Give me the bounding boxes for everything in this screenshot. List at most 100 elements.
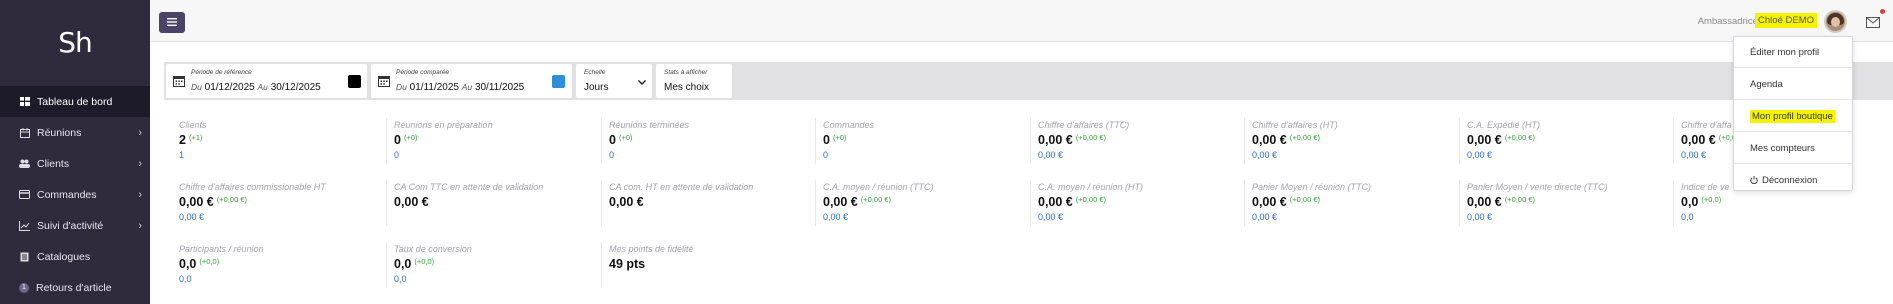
stat-ca-com-ht-attente: CA com. HT en attente de validation 0,00… [609,182,819,240]
username-link[interactable]: Chloé DEMO [1755,13,1817,28]
stat-label: Réunions terminées [609,120,690,130]
compare-start-date[interactable]: 01/11/2025 [410,82,459,93]
stat-label: Chiffre d'affaires commissionable HT [179,182,326,192]
stat-value: 0,0 (+0,0) [394,257,435,271]
divider [386,118,387,164]
to-label: Au [461,82,473,92]
compare-color-swatch[interactable] [552,75,565,88]
menu-item-counters[interactable]: Mes compteurs [1734,135,1852,161]
brand-logo[interactable]: Sh [0,0,150,85]
sidebar-item-label: Tableau de bord [37,95,113,108]
stat-ca-expedie-ht: C.A. Expédié (HT) 0,00 € (+0,00 €) 0,00 € [1467,120,1677,178]
stat-delta: (+0,00 €) [1504,133,1535,142]
compare-period-filter[interactable]: Période comparée Du 01/11/2025 Au 30/11/… [371,64,572,98]
profile-dropdown-menu: Éditer mon profil Agenda Mon profil bout… [1733,36,1853,191]
sidebar-item-clients[interactable]: Clients › [0,148,150,179]
avatar[interactable] [1824,10,1847,33]
divider [601,180,602,226]
stat-ca-ttc: Chiffre d'affaires (TTC) 0,00 € (+0,00 €)… [1038,120,1248,178]
sidebar-item-suivi-activite[interactable]: Suivi d'activité › [0,210,150,241]
stat-value: 0 (+0) [609,133,633,147]
stat-compare-value: 0,0 [394,274,407,284]
sidebar-item-tableau-de-bord[interactable]: Tableau de bord [0,86,150,117]
menu-item-label: Agenda [1750,78,1783,90]
chevron-right-icon: › [138,158,142,170]
divider [1673,118,1674,164]
stat-compare-value: 0,0 [1681,212,1694,222]
catalog-icon [19,251,30,262]
from-label: Du [396,82,407,92]
sidebar: Sh Tableau de bord Réunions › Clients › … [0,0,150,304]
stat-compare-value: 0,00 € [823,212,849,222]
calendar-icon [19,127,30,138]
menu-item-agenda[interactable]: Agenda [1734,71,1852,97]
sidebar-item-catalogues[interactable]: Catalogues [0,241,150,272]
stat-value: 0,00 € [394,195,429,209]
compare-end-date[interactable]: 30/11/2025 [475,82,524,93]
reference-color-swatch[interactable] [348,75,361,88]
stat-delta: (+1) [188,133,203,142]
stat-value: 0,00 € [609,195,644,209]
stat-delta: (+0) [403,133,418,142]
stats-select[interactable]: Stats à afficher Mes choix [656,64,732,98]
stat-value: 2 (+1) [179,133,203,147]
stat-label: CA com. HT en attente de validation [609,182,754,192]
menu-item-label: Mon profil boutique [1750,109,1835,123]
stat-value: 0,00 €(+0,00 €) [1038,195,1106,209]
power-icon [1750,176,1758,184]
stat-value: 49 pts [609,257,646,271]
divider [386,180,387,226]
stat-compare-value: 0,00 € [1038,212,1064,222]
reference-period-filter[interactable]: Période de référence Du 01/12/2025 Au 30… [166,64,367,98]
stat-value: 0,00 €(+0,00 €) [1038,133,1106,147]
chevron-down-icon [638,78,646,87]
reference-end-date[interactable]: 30/12/2025 [271,82,321,93]
stat-compare-value: 0,00 € [1467,212,1493,222]
divider [1030,118,1031,164]
stat-label: C.A. moyen / réunion (TTC) [823,182,934,192]
logo-text: Sh [58,26,93,59]
menu-toggle-button[interactable] [159,12,185,33]
stat-label: Panier Moyen / réunion (TTC) [1252,182,1372,192]
chevron-right-icon: › [138,189,142,201]
divider [1030,180,1031,226]
stat-delta: (+0,00 €) [216,195,247,204]
to-label: Au [257,82,268,92]
stat-delta: (+0,0) [199,257,220,266]
menu-item-label: Déconnexion [1762,174,1818,186]
menu-item-edit-profile[interactable]: Éditer mon profil [1734,39,1852,65]
stat-delta: (+0,00 €) [1289,195,1320,204]
stat-ca-ht: Chiffre d'affaires (HT) 0,00 € (+0,00 €) … [1252,120,1462,178]
stat-label: Chiffre d'affaires (HT) [1252,120,1338,130]
stat-label: Indice de ve [1681,182,1730,192]
stat-label: Mes points de fidélité [609,244,694,254]
sidebar-item-retours-article[interactable]: 1 Retours d'article [0,272,150,303]
sidebar-item-commandes[interactable]: Commandes › [0,179,150,210]
stat-compare-value: 0 [823,150,829,160]
menu-item-shop-profile[interactable]: Mon profil boutique [1734,103,1852,129]
menu-item-logout[interactable]: Déconnexion [1734,167,1852,193]
menu-item-label: Éditer mon profil [1750,46,1820,58]
stat-delta: (+0,00 €) [1289,133,1320,142]
stat-value: 0,00 €(+0,00 €) [1252,133,1320,147]
stat-delta: (+0,00 €) [1075,133,1106,142]
stat-compare-value: 1 [179,150,185,160]
compare-date-range[interactable]: Du 01/11/2025 Au 30/11/2025 [396,82,524,93]
menu-divider [1734,131,1852,132]
mail-icon[interactable] [1866,15,1880,28]
topbar: Ambassadrice | Chloé DEMO [150,0,1893,42]
sidebar-item-reunions[interactable]: Réunions › [0,117,150,148]
stat-delta: (+0) [618,133,633,142]
divider [1244,180,1245,226]
stat-label: Chiffre d'affa [1681,120,1732,130]
divider [386,242,387,288]
scale-select[interactable]: Echelle Jours [576,64,652,98]
stat-compare-value: 0,00 € [179,212,205,222]
calendar-icon [378,74,390,87]
stat-delta: (+0,00 €) [1075,195,1106,204]
stat-compare-value: 0,00 € [1252,150,1278,160]
reference-start-date[interactable]: 01/12/2025 [205,82,255,93]
reference-date-range[interactable]: Du 01/12/2025 Au 30/12/2025 [191,82,321,93]
dashboard-icon [19,96,30,107]
stat-label: Clients [179,120,207,130]
